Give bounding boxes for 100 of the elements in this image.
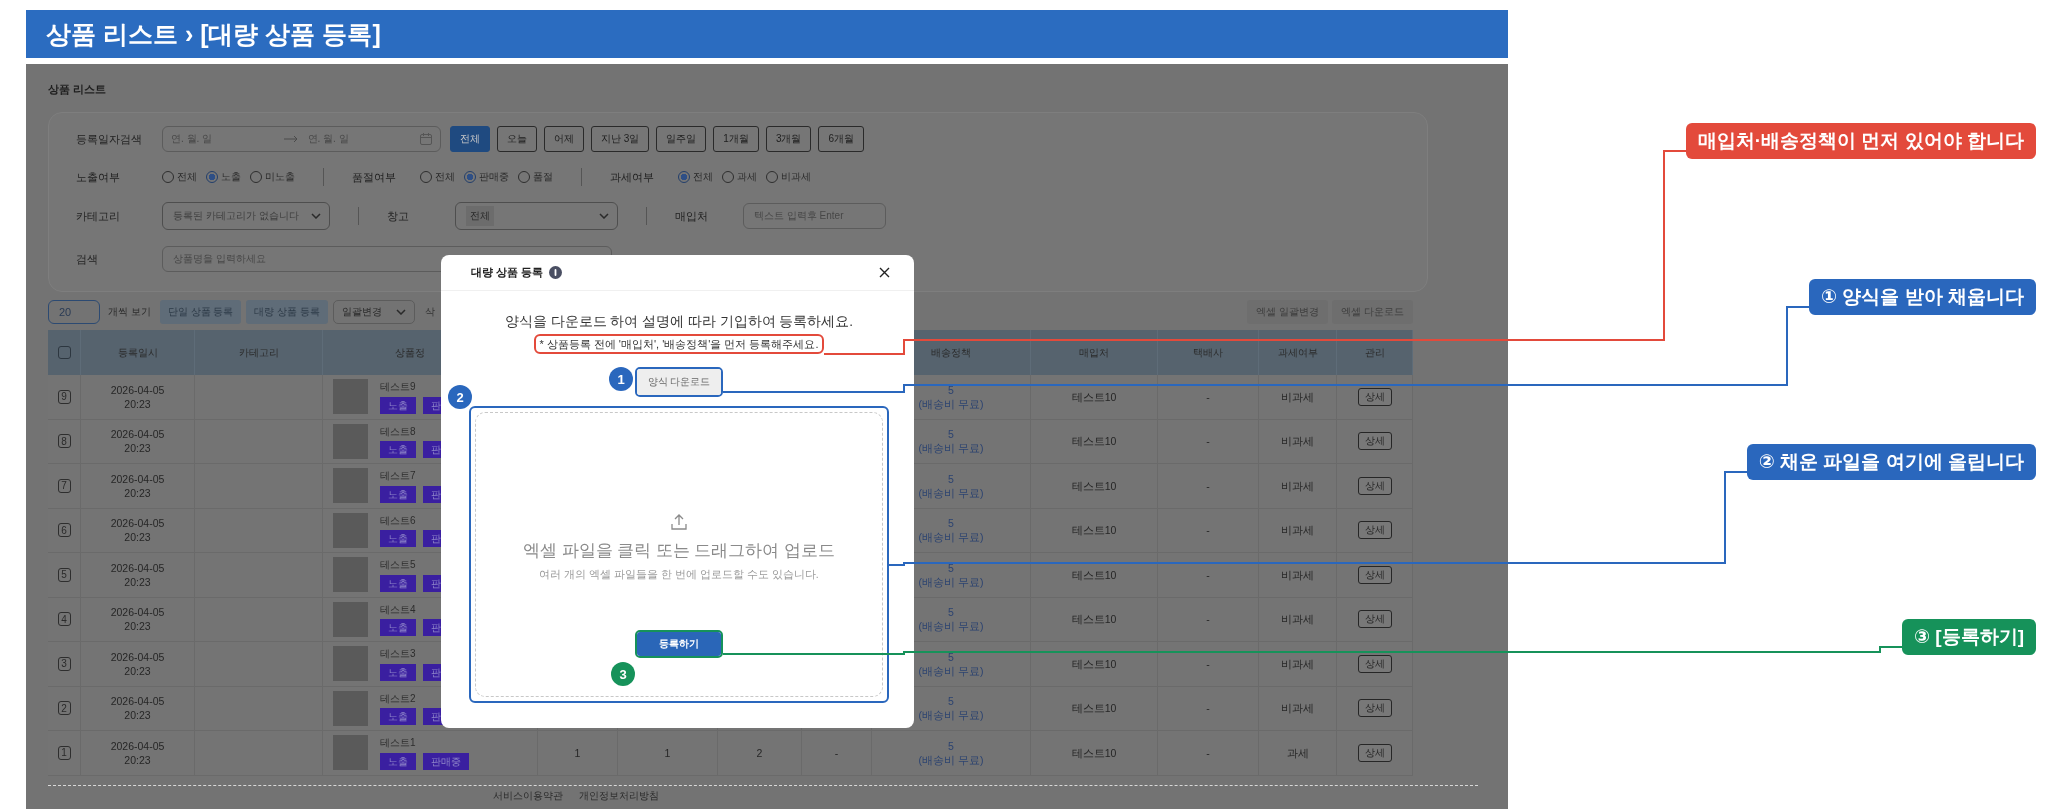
status-tag: 노출 xyxy=(380,574,416,592)
file-drop-zone[interactable]: 엑셀 파일을 클릭 또는 드래그하여 업로드 여러 개의 엑셀 파일들을 한 번에 업로드할 수도 있습니다. 등록하기 3 xyxy=(475,412,883,697)
radio-label: 판매중 xyxy=(479,170,509,184)
table-cell: - xyxy=(1158,508,1259,552)
row-number: 1 xyxy=(57,745,71,760)
warning-callout: 매입처·배송정책이 먼저 있어야 합니다 xyxy=(1685,123,2036,159)
table-cell: 5 (배송비 무료) xyxy=(872,731,1031,775)
chevron-down-icon xyxy=(599,213,609,219)
product-name: 테스트2 xyxy=(380,691,416,705)
radio-button[interactable] xyxy=(464,171,476,183)
register-button[interactable]: 등록하기 xyxy=(637,632,721,656)
template-download-button[interactable]: 양식 다운로드 xyxy=(637,369,721,395)
field-label: 과세여부 xyxy=(610,169,655,185)
table-cell: 테스트10 xyxy=(1031,597,1158,641)
table-cell: 2026-04-05 20:23 xyxy=(81,731,195,775)
table-cell: 비과세 xyxy=(1259,508,1337,552)
table-cell: 1 xyxy=(618,731,718,775)
select-value: 일괄변경 xyxy=(341,305,382,319)
upload-icon xyxy=(670,513,688,531)
photo-placeholder xyxy=(333,646,368,682)
date-preset-button[interactable]: 6개월 xyxy=(818,126,865,152)
detail-button[interactable]: 상세 xyxy=(1357,521,1392,540)
row-number: 9 xyxy=(57,389,71,404)
detail-button[interactable]: 상세 xyxy=(1357,476,1392,495)
table-cell: 2 xyxy=(718,731,802,775)
arrow-icon xyxy=(283,135,298,143)
table-cell: 비과세 xyxy=(1259,597,1337,641)
radio-label: 전체 xyxy=(177,170,197,184)
footer-link[interactable]: 개인정보처리방침 xyxy=(579,789,659,802)
detail-button[interactable]: 상세 xyxy=(1357,432,1392,451)
table-cell: 2026-04-05 20:23 xyxy=(81,508,195,552)
footer-link[interactable]: 서비스이용약관 xyxy=(493,789,563,802)
status-tag: 노출 xyxy=(380,619,416,636)
detail-button[interactable]: 상세 xyxy=(1357,743,1392,762)
detail-button[interactable]: 상세 xyxy=(1357,610,1392,629)
step-callout: ① 양식을 받아 채웁니다 xyxy=(1809,279,2036,315)
drop-zone-title: 엑셀 파일을 클릭 또는 드래그하여 업로드 xyxy=(523,540,835,561)
table-cell: 과세 xyxy=(1259,731,1337,775)
table-cell: 테스트10 xyxy=(1031,464,1158,508)
table-cell: 테스트10 xyxy=(1031,686,1158,730)
product-name: 테스트4 xyxy=(380,602,416,616)
radio-label: 품절 xyxy=(533,170,553,184)
row-number: 6 xyxy=(57,523,71,538)
product-name: 테스트9 xyxy=(380,380,416,394)
detail-button[interactable]: 상세 xyxy=(1357,654,1392,673)
info-icon xyxy=(549,266,563,279)
product-name: 테스트1 xyxy=(380,736,416,750)
chevron-down-icon xyxy=(311,213,321,219)
photo-placeholder xyxy=(333,512,368,548)
photo-placeholder xyxy=(333,601,368,637)
date-preset-button[interactable]: 1개월 xyxy=(713,126,759,152)
status-tag: 노출 xyxy=(380,708,416,725)
chevron-down-icon xyxy=(395,309,406,315)
detail-button[interactable]: 상세 xyxy=(1357,565,1392,584)
row-number: 4 xyxy=(57,612,71,627)
date-preset-button[interactable]: 지난 3일 xyxy=(591,126,650,152)
date-preset-button[interactable]: 오늘 xyxy=(497,126,537,152)
date-preset-button[interactable]: 어제 xyxy=(544,126,584,152)
field-label: 창고 xyxy=(387,208,410,224)
product-name: 테스트6 xyxy=(380,513,416,527)
table-cell: 2026-04-05 20:23 xyxy=(81,597,195,641)
radio-label: 노출 xyxy=(221,170,241,184)
status-tag: 노출 xyxy=(380,752,416,770)
table-cell: 2026-04-05 20:23 xyxy=(81,642,195,686)
radio-label: 미노출 xyxy=(265,170,295,184)
product-name: 테스트5 xyxy=(380,558,416,572)
date-preset-button[interactable]: 전체 xyxy=(450,126,490,152)
field-label: 노출여부 xyxy=(76,169,121,185)
table-cell: 테스트10 xyxy=(1031,419,1158,463)
status-tag: 노출 xyxy=(380,396,416,414)
date-preset-button[interactable]: 3개월 xyxy=(765,126,812,152)
row-number: 2 xyxy=(57,701,71,716)
checkbox[interactable] xyxy=(57,346,71,359)
table-cell: - xyxy=(1158,419,1259,463)
date-preset-button[interactable]: 일주일 xyxy=(656,126,707,152)
table-cell: 2026-04-05 20:23 xyxy=(81,553,195,597)
photo-placeholder xyxy=(333,468,368,504)
page-size-label: 개씩 보기 xyxy=(108,305,151,319)
radio-label: 전체 xyxy=(693,170,713,184)
table-cell: 테스트10 xyxy=(1031,375,1158,419)
page-size-input[interactable]: 20 xyxy=(48,300,100,324)
radio-button[interactable] xyxy=(678,171,690,183)
table-cell: 2026-04-05 20:23 xyxy=(81,375,195,419)
radio-label: 비과세 xyxy=(781,170,811,184)
row-number: 8 xyxy=(57,434,71,449)
bulk-change-select[interactable]: 일괄변경 xyxy=(332,300,415,324)
detail-button[interactable]: 상세 xyxy=(1357,699,1392,718)
table-cell: 비과세 xyxy=(1259,642,1337,686)
photo-placeholder xyxy=(333,735,368,771)
table-cell: 비과세 xyxy=(1259,375,1337,419)
product-name: 테스트7 xyxy=(380,469,416,483)
warehouse-select[interactable]: 전체 xyxy=(455,202,618,230)
table-cell: 비과세 xyxy=(1259,419,1337,463)
close-icon[interactable] xyxy=(879,267,890,278)
table-cell: 테스트10 xyxy=(1031,508,1158,552)
detail-button[interactable]: 상세 xyxy=(1357,387,1392,406)
product-name: 테스트8 xyxy=(380,424,416,438)
photo-placeholder xyxy=(333,690,368,726)
radio-button[interactable] xyxy=(206,171,218,183)
status-tag: 판매중 xyxy=(423,752,469,770)
